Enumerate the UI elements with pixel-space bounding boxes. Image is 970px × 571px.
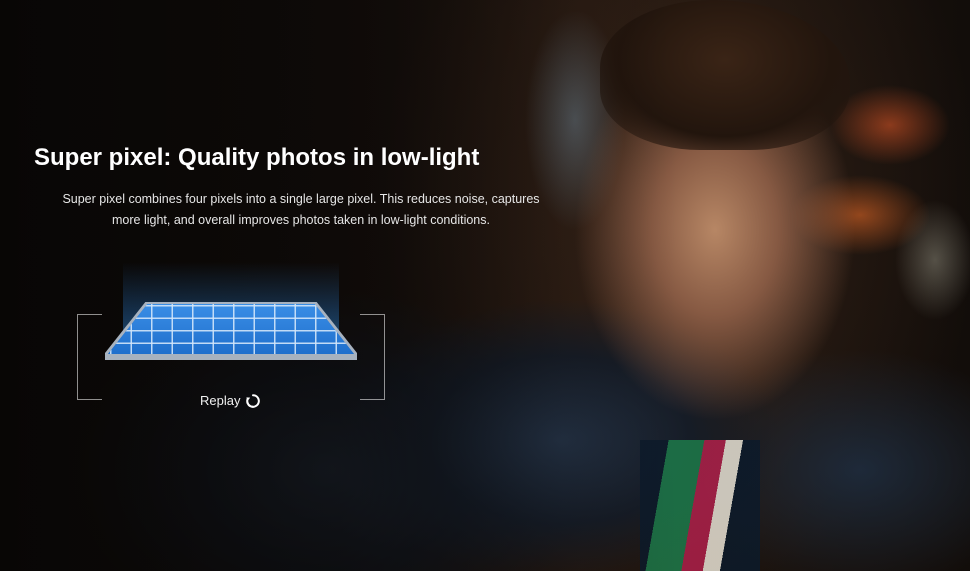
frame-bracket-right — [360, 314, 385, 400]
sensor-pixel-grid — [108, 304, 354, 354]
feature-description: Super pixel combines four pixels into a … — [62, 192, 540, 227]
hero-section: Super pixel: Quality photos in low-light… — [0, 0, 970, 571]
replay-icon — [245, 393, 261, 409]
replay-button[interactable]: Replay — [200, 391, 261, 411]
replay-label: Replay — [200, 393, 241, 408]
page-title: Super pixel: Quality photos in low-light — [34, 144, 480, 171]
frame-bracket-left — [77, 314, 102, 400]
super-pixel-animation — [77, 262, 385, 402]
